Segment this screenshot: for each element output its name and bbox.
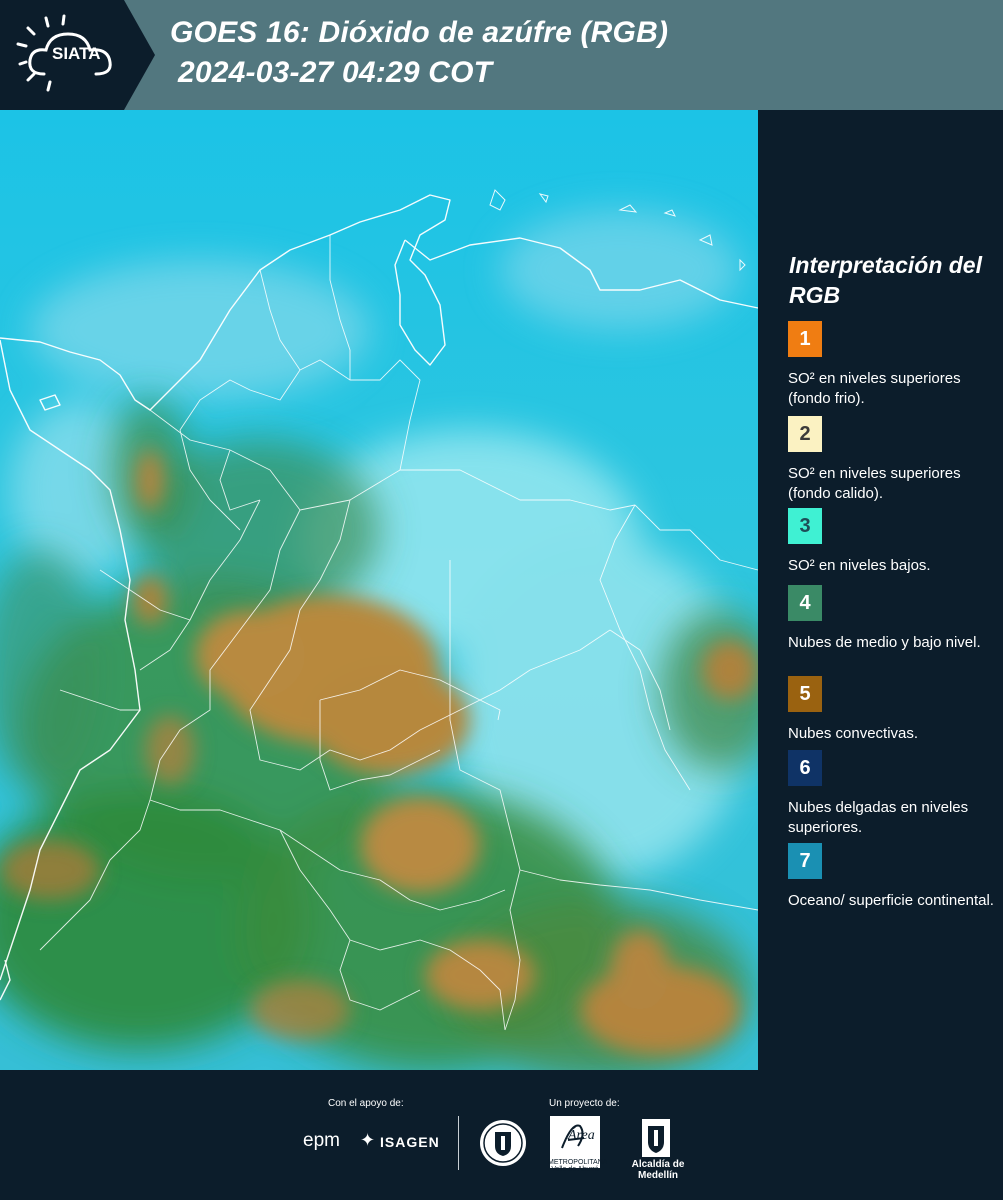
legend-description-7: Oceano/ superficie continental. — [788, 892, 994, 909]
alcaldia-crest-icon[interactable] — [641, 1118, 671, 1158]
legend-description-1: SO² en niveles superiores (fondo frio). — [788, 370, 961, 407]
legend-item-7: 7 Oceano/ superficie continental. — [788, 843, 1000, 911]
legend-description-2: SO² en niveles superiores (fondo calido)… — [788, 465, 961, 502]
legend-item-3: 3 SO² en niveles bajos. — [788, 508, 1000, 576]
rgb-imagery — [0, 110, 758, 1070]
legend-swatch-1: 1 — [788, 321, 822, 357]
legend-swatch-4: 4 — [788, 585, 822, 621]
page-title: GOES 16: Dióxido de azúfre (RGB) — [170, 16, 669, 49]
legend-item-1: 1 SO² en niveles superiores (fondo frio)… — [788, 321, 1000, 409]
project-label: Un proyecto de: — [549, 1098, 620, 1109]
legend-item-5: 5 Nubes convectivas. — [788, 676, 1000, 744]
legend-swatch-7: 7 — [788, 843, 822, 879]
legend-panel: Interpretación del RGB 1 SO² en niveles … — [760, 110, 1003, 1070]
timestamp: 2024-03-27 04:29 COT — [178, 56, 493, 89]
satellite-map[interactable] — [0, 110, 758, 1070]
legend-item-4: 4 Nubes de medio y bajo nivel. — [788, 585, 1000, 653]
isagen-logo[interactable]: ISAGEN — [380, 1134, 440, 1150]
legend-swatch-5: 5 — [788, 676, 822, 712]
legend-item-2: 2 SO² en niveles superiores (fondo calid… — [788, 416, 1000, 504]
footer: Con el apoyo de: Un proyecto de: epm ✦ I… — [0, 1070, 1003, 1200]
legend-swatch-3: 3 — [788, 508, 822, 544]
legend-description-6: Nubes delgadas en niveles superiores. — [788, 799, 969, 836]
logo-text: SIATA — [52, 44, 101, 63]
legend-swatch-2: 2 — [788, 416, 822, 452]
medellin-seal-icon[interactable] — [478, 1118, 528, 1168]
legend-item-6: 6 Nubes delgadas en niveles superiores. — [788, 750, 1000, 838]
legend-swatch-6: 6 — [788, 750, 822, 786]
siata-logo[interactable]: SIATA — [0, 0, 155, 110]
isagen-star-icon: ✦ — [360, 1130, 376, 1150]
support-label: Con el apoyo de: — [328, 1098, 404, 1109]
footer-divider — [458, 1116, 459, 1170]
area-logo-name: Área — [568, 1128, 595, 1143]
alcaldia-label: Alcaldía de Medellín — [631, 1159, 685, 1181]
header-bar: SIATA GOES 16: Dióxido de azúfre (RGB) 2… — [0, 0, 1003, 110]
area-caption: METROPOLITANA Valle de Aburrá — [548, 1159, 608, 1173]
legend-title: Interpretación del RGB — [789, 252, 982, 308]
legend-description-5: Nubes convectivas. — [788, 725, 919, 742]
legend-description-4: Nubes de medio y bajo nivel. — [788, 634, 981, 651]
epm-logo[interactable]: epm — [303, 1130, 340, 1152]
legend-description-3: SO² en niveles bajos. — [788, 557, 931, 574]
